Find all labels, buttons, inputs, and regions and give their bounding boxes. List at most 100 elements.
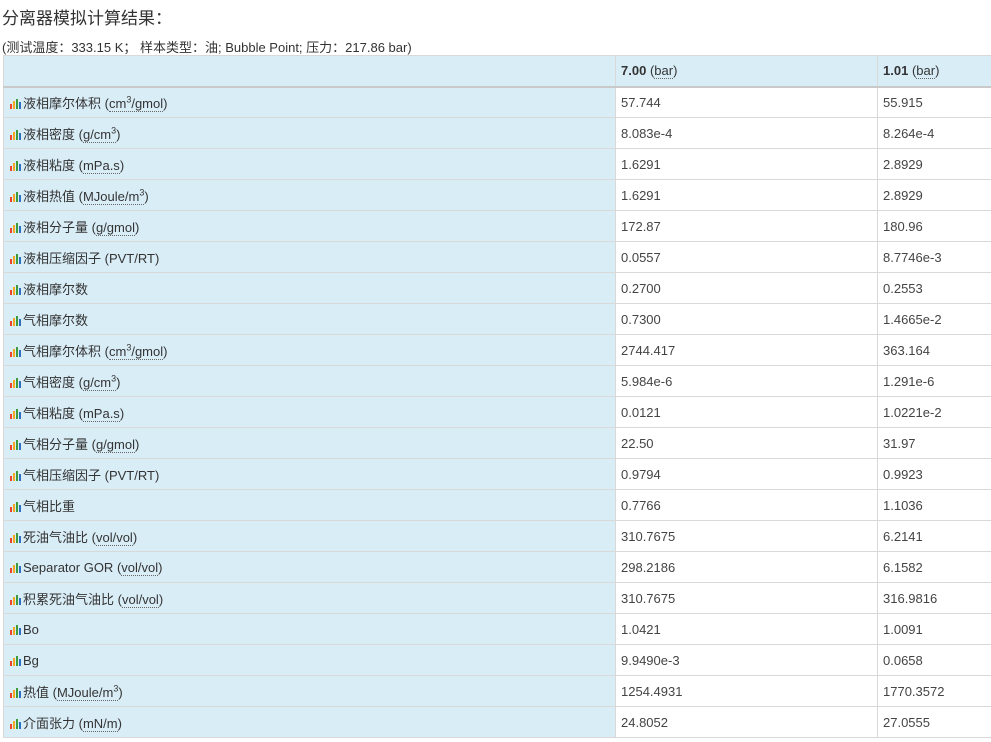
results-table-container: 7.00 (bar) 1.01 (bar) 液相摩尔体积 (cm3/gmol) 5… [3, 55, 991, 742]
property-label: 气相摩尔体积 [23, 343, 102, 359]
bar-chart-icon[interactable] [10, 470, 22, 481]
bar-chart-icon[interactable] [10, 532, 22, 543]
value-stage-2: 27.0555 [877, 706, 991, 738]
property-cell: Bo [3, 613, 616, 645]
value-stage-2: 8.7746e-3 [877, 241, 991, 273]
value-stage-1: 172.87 [615, 210, 878, 242]
bar-chart-icon[interactable] [10, 284, 22, 295]
property-unit: mN/m [82, 715, 118, 732]
value-stage-1: 8.083e-4 [615, 117, 878, 149]
property-cell: 液相摩尔数 [3, 272, 616, 304]
property-cell: 气相压缩因子 (PVT/RT) [3, 458, 616, 490]
property-label: 气相密度 [23, 374, 76, 390]
table-row: 液相分子量 (g/gmol) 172.87 180.96 [3, 210, 991, 242]
bar-chart-icon[interactable] [10, 346, 22, 357]
property-cell: 液相摩尔体积 (cm3/gmol) [3, 86, 616, 118]
table-row: 热值 (MJoule/m3) 1254.4931 1770.3572 [3, 675, 991, 707]
results-table: 7.00 (bar) 1.01 (bar) 液相摩尔体积 (cm3/gmol) 5… [3, 55, 991, 738]
bar-chart-icon[interactable] [10, 624, 22, 635]
table-row: Bg 9.9490e-3 0.0658 [3, 644, 991, 676]
bar-chart-icon[interactable] [10, 562, 22, 573]
property-label: 积累死油气油比 [23, 591, 115, 607]
property-cell: 气相密度 (g/cm3) [3, 365, 616, 397]
property-cell: 气相分子量 (g/gmol) [3, 427, 616, 459]
property-cell: 死油气油比 (vol/vol) [3, 520, 616, 552]
table-row: 气相比重 0.7766 1.1036 [3, 489, 991, 521]
value-stage-1: 22.50 [615, 427, 878, 459]
property-label: 液相压缩因子 [23, 250, 102, 266]
bar-chart-icon[interactable] [10, 253, 22, 264]
table-row: Bo 1.0421 1.0091 [3, 613, 991, 645]
property-unit: MJoule/m3 [82, 187, 145, 205]
value-stage-1: 2744.417 [615, 334, 878, 366]
value-stage-2: 6.1582 [877, 551, 991, 583]
bar-chart-icon[interactable] [10, 408, 22, 419]
table-body: 液相摩尔体积 (cm3/gmol) 57.744 55.915 液相密度 (g/cm3… [3, 86, 991, 738]
value-stage-1: 57.744 [615, 86, 878, 118]
table-row: 液相热值 (MJoule/m3) 1.6291 2.8929 [3, 179, 991, 211]
stage-pressure-unit: bar [654, 63, 674, 80]
property-cell: 液相压缩因子 (PVT/RT) [3, 241, 616, 273]
table-row: 介面张力 (mN/m) 24.8052 27.0555 [3, 706, 991, 738]
header-stage-2: 1.01 (bar) [877, 55, 991, 88]
property-unit: g/cm3 [82, 125, 117, 143]
table-row: 气相压缩因子 (PVT/RT) 0.9794 0.9923 [3, 458, 991, 490]
value-stage-2: 2.8929 [877, 148, 991, 180]
property-unit: MJoule/m3 [56, 683, 119, 701]
page-title: 分离器模拟计算结果： [2, 9, 172, 28]
stage-pressure: 1.01 [883, 63, 909, 79]
property-label: 气相分子量 [23, 436, 89, 452]
value-stage-2: 363.164 [877, 334, 991, 366]
value-stage-1: 310.7675 [615, 582, 878, 614]
property-label: 气相比重 [23, 498, 76, 514]
bar-chart-icon[interactable] [10, 129, 22, 140]
table-row: 气相密度 (g/cm3) 5.984e-6 1.291e-6 [3, 365, 991, 397]
property-label: Separator GOR [23, 559, 114, 575]
value-stage-2: 1.4665e-2 [877, 303, 991, 335]
property-cell: 积累死油气油比 (vol/vol) [3, 582, 616, 614]
value-stage-2: 316.9816 [877, 582, 991, 614]
bar-chart-icon[interactable] [10, 501, 22, 512]
value-stage-2: 31.97 [877, 427, 991, 459]
value-stage-1: 0.0121 [615, 396, 878, 428]
property-unit: g/gmol [95, 436, 135, 453]
property-label: 热值 [23, 684, 50, 700]
value-stage-2: 1.1036 [877, 489, 991, 521]
table-row: 气相粘度 (mPa.s) 0.0121 1.0221e-2 [3, 396, 991, 428]
table-header-row: 7.00 (bar) 1.01 (bar) [3, 55, 991, 88]
bar-chart-icon[interactable] [10, 594, 22, 605]
table-row: 液相压缩因子 (PVT/RT) 0.0557 8.7746e-3 [3, 241, 991, 273]
bar-chart-icon[interactable] [10, 191, 22, 202]
bar-chart-icon[interactable] [10, 718, 22, 729]
bar-chart-icon[interactable] [10, 160, 22, 171]
stage-pressure: 7.00 [621, 63, 647, 79]
table-row: 死油气油比 (vol/vol) 310.7675 6.2141 [3, 520, 991, 552]
value-stage-2: 1.0091 [877, 613, 991, 645]
value-stage-2: 1770.3572 [877, 675, 991, 707]
property-cell: Separator GOR (vol/vol) [3, 551, 616, 583]
property-cell: 介面张力 (mN/m) [3, 706, 616, 738]
property-cell: 液相密度 (g/cm3) [3, 117, 616, 149]
bar-chart-icon[interactable] [10, 377, 22, 388]
value-stage-2: 6.2141 [877, 520, 991, 552]
bar-chart-icon[interactable] [10, 687, 22, 698]
bar-chart-icon[interactable] [10, 222, 22, 233]
bar-chart-icon[interactable] [10, 98, 22, 109]
value-stage-2: 55.915 [877, 86, 991, 118]
bar-chart-icon[interactable] [10, 655, 22, 666]
bar-chart-icon[interactable] [10, 315, 22, 326]
property-label: 气相摩尔数 [23, 312, 89, 328]
value-stage-2: 1.291e-6 [877, 365, 991, 397]
bar-chart-icon[interactable] [10, 439, 22, 450]
property-unit: cm3/gmol [108, 94, 164, 112]
property-cell: 液相粘度 (mPa.s) [3, 148, 616, 180]
property-unit: vol/vol [121, 591, 159, 608]
subtitle-suffix: ) [407, 40, 412, 55]
value-stage-1: 298.2186 [615, 551, 878, 583]
table-row: 液相摩尔体积 (cm3/gmol) 57.744 55.915 [3, 86, 991, 118]
header-property [3, 55, 616, 88]
property-unit: mPa.s [82, 405, 120, 422]
property-unit: PVT/RT [108, 250, 155, 266]
table-row: 液相粘度 (mPa.s) 1.6291 2.8929 [3, 148, 991, 180]
value-stage-2: 2.8929 [877, 179, 991, 211]
